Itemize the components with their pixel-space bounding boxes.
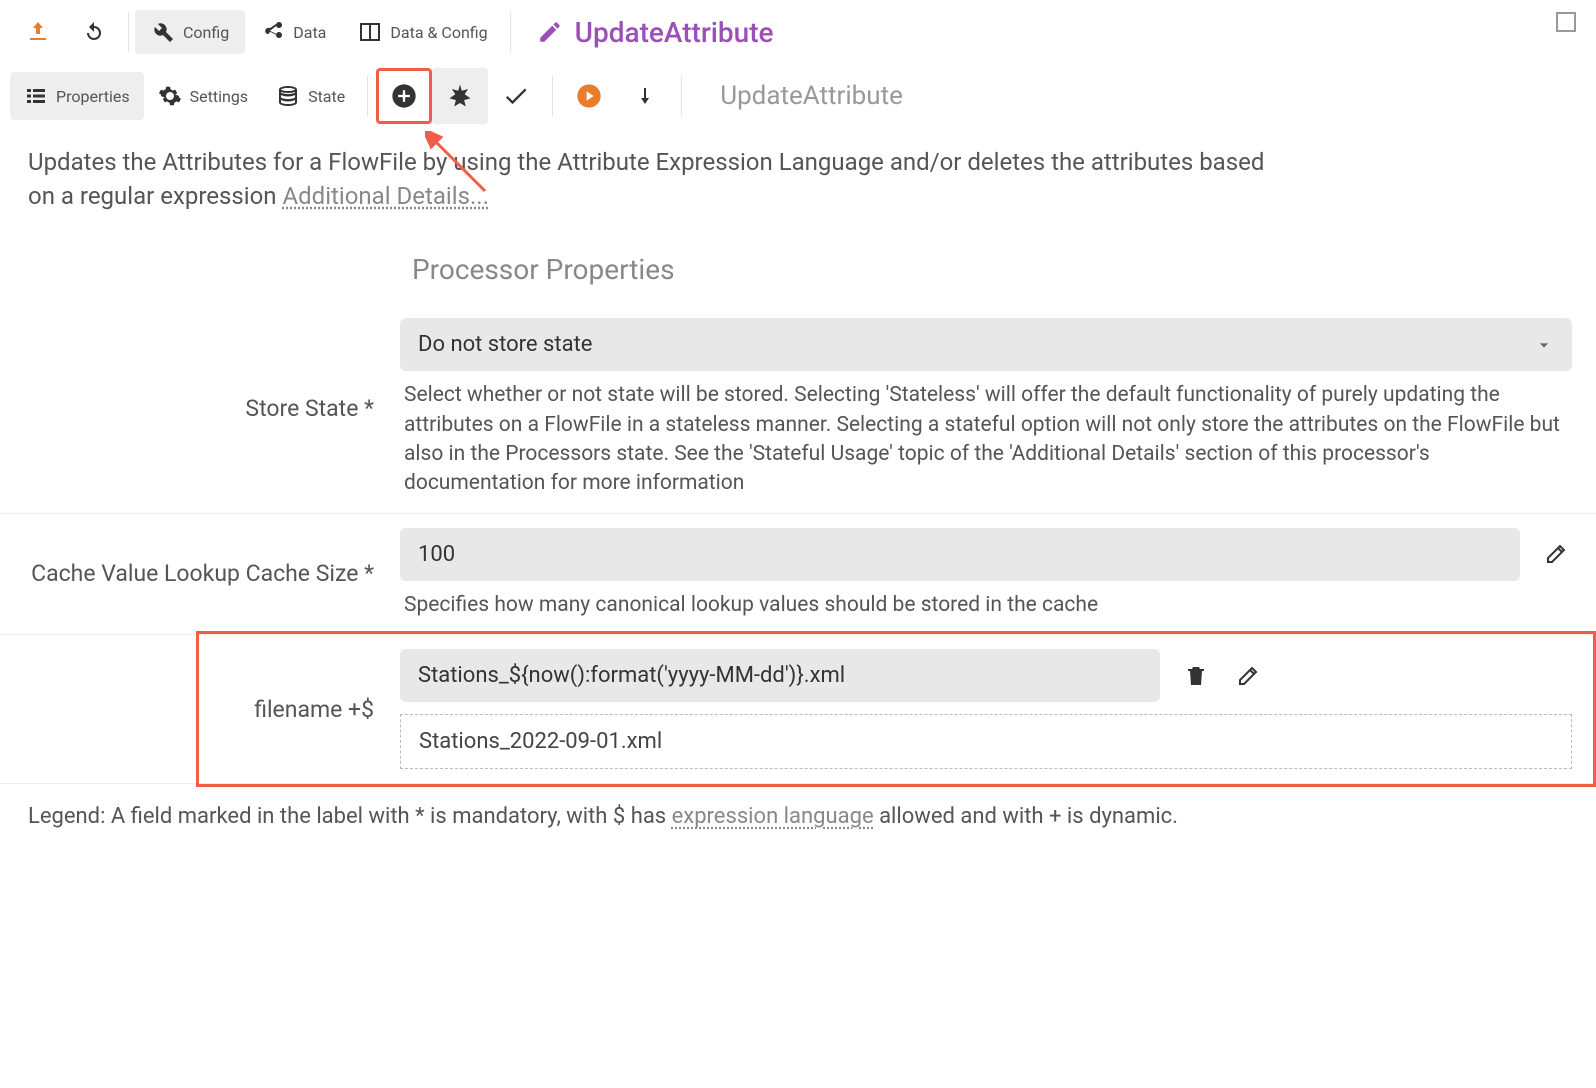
properties-section-title: Processor Properties xyxy=(0,225,1596,304)
edit-icon xyxy=(1236,664,1260,688)
processor-name-readonly: UpdateAttribute xyxy=(720,81,903,111)
separator xyxy=(128,12,129,52)
edit-cache-size-button[interactable] xyxy=(1540,542,1572,566)
settings-tab[interactable]: Settings xyxy=(144,72,262,120)
cache-size-value: 100 xyxy=(418,542,455,567)
refresh-icon xyxy=(82,20,106,44)
data-config-tab-label: Data & Config xyxy=(390,23,487,42)
property-label: Cache Value Lookup Cache Size * xyxy=(0,528,400,620)
pencil-icon xyxy=(537,19,563,45)
additional-details-link[interactable]: Additional Details... xyxy=(282,182,488,210)
cache-size-help: Specifies how many canonical lookup valu… xyxy=(400,581,1572,620)
required-toggle-button[interactable] xyxy=(432,68,488,124)
filename-input[interactable]: Stations_${now():format('yyyy-MM-dd')}.x… xyxy=(400,649,1160,702)
store-state-help: Select whether or not state will be stor… xyxy=(400,371,1572,499)
state-tab-label: State xyxy=(308,87,345,106)
separator xyxy=(510,12,511,52)
upload-button[interactable] xyxy=(10,10,66,54)
asterisk-icon xyxy=(446,82,474,110)
maximize-button[interactable] xyxy=(1556,12,1576,36)
expression-language-link[interactable]: expression language xyxy=(672,804,874,829)
list-icon xyxy=(24,84,48,108)
separator xyxy=(681,76,682,116)
refresh-button[interactable] xyxy=(66,10,122,54)
arrow-down-icon xyxy=(633,84,657,108)
store-state-select[interactable]: Do not store state xyxy=(400,318,1572,371)
share-icon xyxy=(261,20,285,44)
add-property-button[interactable] xyxy=(376,68,432,124)
data-tab-label: Data xyxy=(293,23,326,42)
chevron-down-icon xyxy=(1534,335,1554,355)
property-label: filename +$ xyxy=(0,649,400,769)
wrench-icon xyxy=(151,20,175,44)
step-button[interactable] xyxy=(617,68,673,124)
settings-tab-label: Settings xyxy=(190,87,248,106)
database-icon xyxy=(276,84,300,108)
plus-circle-icon xyxy=(390,82,418,110)
legend-prefix: Legend: A field marked in the label with… xyxy=(28,804,672,829)
check-icon xyxy=(502,82,530,110)
description-text: Updates the Attributes for a FlowFile by… xyxy=(28,148,1264,210)
property-row-filename: filename +$ Stations_${now():format('yyy… xyxy=(0,634,1596,784)
config-tab[interactable]: Config xyxy=(135,10,245,54)
separator xyxy=(367,76,368,116)
processor-title: UpdateAttribute xyxy=(537,16,774,49)
store-state-value: Do not store state xyxy=(418,332,592,357)
play-circle-icon xyxy=(575,82,603,110)
filename-resolved: Stations_2022-09-01.xml xyxy=(400,714,1572,769)
property-row-cache-size: Cache Value Lookup Cache Size * 100 Spec… xyxy=(0,513,1596,634)
processor-description: Updates the Attributes for a FlowFile by… xyxy=(0,128,1300,225)
edit-filename-button[interactable] xyxy=(1232,664,1264,688)
columns-icon xyxy=(358,20,382,44)
filename-value: Stations_${now():format('yyyy-MM-dd')}.x… xyxy=(418,663,845,688)
config-tab-label: Config xyxy=(183,23,229,42)
property-label: Store State * xyxy=(0,318,400,499)
edit-icon xyxy=(1544,542,1568,566)
validate-button[interactable] xyxy=(488,68,544,124)
trash-icon xyxy=(1184,664,1208,688)
properties-tab-label: Properties xyxy=(56,87,130,106)
legend-suffix: allowed and with + is dynamic. xyxy=(879,804,1178,829)
state-tab[interactable]: State xyxy=(262,72,359,120)
data-config-tab[interactable]: Data & Config xyxy=(342,10,503,54)
property-row-store-state: Store State * Do not store state Select … xyxy=(0,304,1596,513)
upload-icon xyxy=(26,20,50,44)
properties-tab[interactable]: Properties xyxy=(10,72,144,120)
separator xyxy=(552,76,553,116)
cache-size-input[interactable]: 100 xyxy=(400,528,1520,581)
delete-filename-button[interactable] xyxy=(1180,664,1212,688)
processor-title-text: UpdateAttribute xyxy=(575,16,774,49)
gear-icon xyxy=(158,84,182,108)
maximize-icon xyxy=(1556,12,1576,32)
legend-text: Legend: A field marked in the label with… xyxy=(0,784,1596,849)
run-button[interactable] xyxy=(561,68,617,124)
data-tab[interactable]: Data xyxy=(245,10,342,54)
